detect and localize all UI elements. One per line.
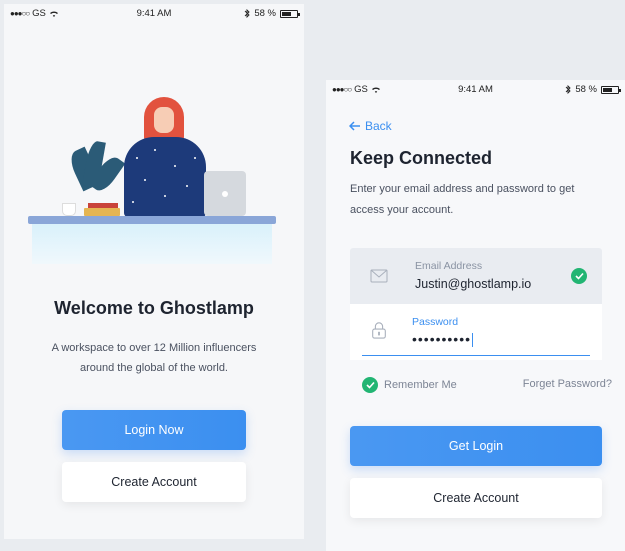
bluetooth-icon bbox=[245, 9, 250, 18]
woman-face bbox=[154, 107, 174, 133]
cup bbox=[62, 203, 76, 216]
battery-icon bbox=[280, 9, 300, 18]
desk-base bbox=[32, 224, 272, 264]
get-login-button[interactable]: Get Login bbox=[350, 426, 602, 466]
password-label: Password bbox=[412, 316, 459, 328]
battery-percent: 58 % bbox=[575, 84, 597, 95]
laptop bbox=[204, 171, 246, 216]
email-label: Email Address bbox=[415, 260, 483, 272]
password-underline bbox=[362, 354, 590, 356]
welcome-screen: ●●●○○ GS 9:41 AM 58 % Welcome to Ghostla… bbox=[4, 4, 304, 539]
remember-me-toggle[interactable]: Remember Me bbox=[362, 377, 457, 393]
status-bar: ●●●○○ GS 9:41 AM 58 % bbox=[4, 4, 304, 22]
back-arrow-icon bbox=[349, 121, 360, 131]
books bbox=[84, 203, 120, 216]
desk-top bbox=[28, 216, 276, 224]
workspace-illustration bbox=[24, 89, 284, 269]
mail-icon bbox=[370, 269, 388, 283]
email-field[interactable]: Email Address Justin@ghostlamp.io bbox=[350, 248, 602, 304]
check-icon bbox=[362, 377, 378, 393]
login-subtitle: Enter your email address and password to… bbox=[350, 183, 575, 216]
battery-icon bbox=[601, 85, 621, 94]
back-link[interactable]: Back bbox=[349, 119, 392, 133]
login-now-button[interactable]: Login Now bbox=[62, 410, 246, 450]
forgot-password-link[interactable]: Forget Password? bbox=[523, 378, 612, 390]
lock-icon bbox=[372, 322, 386, 339]
status-bar: ●●●○○ GS 9:41 AM 58 % bbox=[326, 80, 625, 98]
password-value: •••••••••• bbox=[412, 331, 474, 348]
text-caret bbox=[472, 333, 474, 348]
check-icon bbox=[571, 268, 587, 284]
battery-percent: 58 % bbox=[254, 8, 276, 19]
email-value: Justin@ghostlamp.io bbox=[415, 277, 532, 291]
back-label: Back bbox=[365, 119, 392, 133]
login-title: Keep Connected bbox=[350, 148, 493, 168]
password-field[interactable]: Password •••••••••• bbox=[350, 304, 602, 360]
bluetooth-icon bbox=[566, 85, 571, 94]
woman-body bbox=[124, 137, 206, 217]
welcome-title: Welcome to Ghostlamp bbox=[54, 298, 254, 318]
create-account-button[interactable]: Create Account bbox=[62, 462, 246, 502]
remember-me-label: Remember Me bbox=[384, 379, 457, 391]
welcome-subtitle: A workspace to over 12 Million influence… bbox=[51, 342, 257, 374]
create-account-button[interactable]: Create Account bbox=[350, 478, 602, 518]
login-screen: ●●●○○ GS 9:41 AM 58 % Back Keep Connecte… bbox=[326, 80, 625, 551]
